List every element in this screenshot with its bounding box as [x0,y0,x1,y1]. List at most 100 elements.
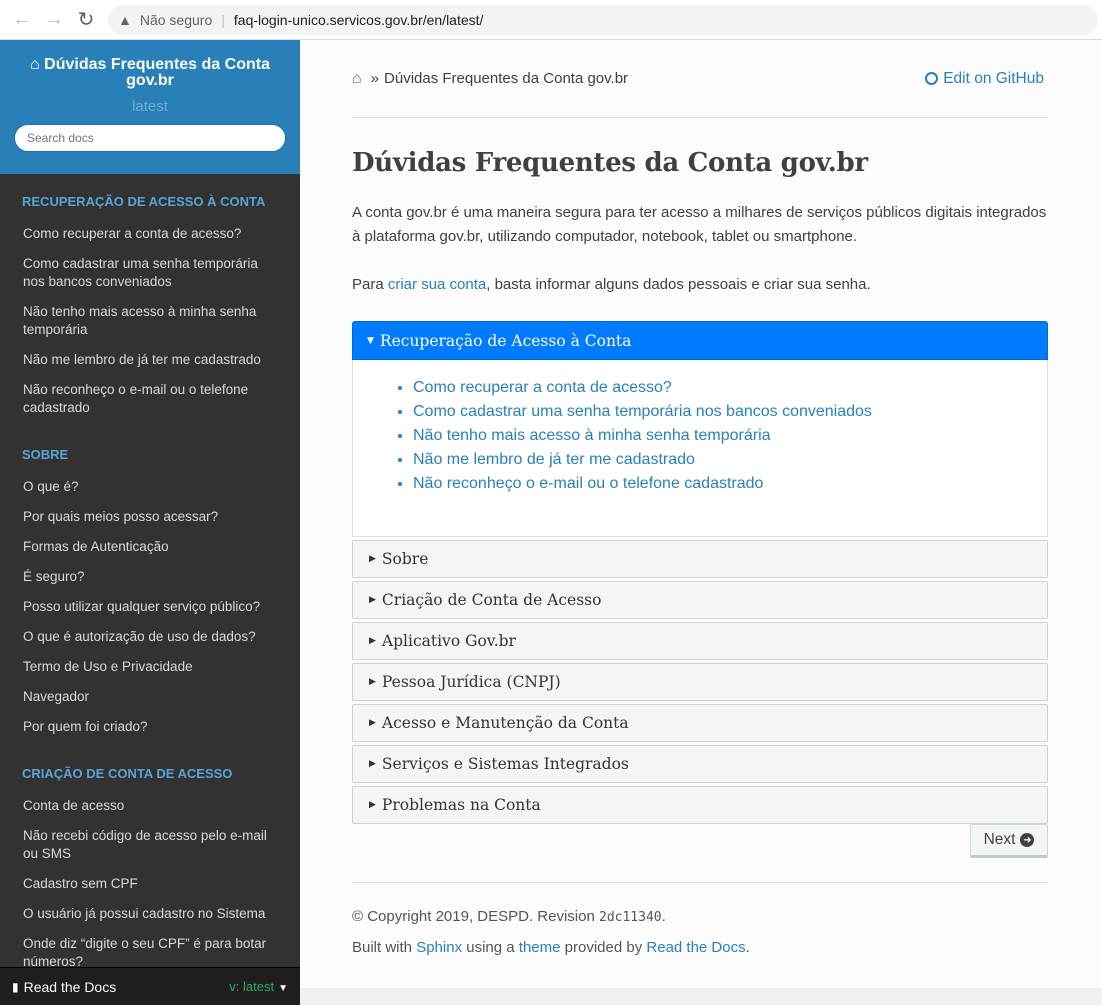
address-bar[interactable]: ▲ Não seguro | faq-login-unico.servicos.… [108,4,1098,35]
sidebar-link[interactable]: O que é autorização de uso de dados? [0,622,300,652]
accordion-section-title: Aplicativo Gov.br [381,632,516,650]
sidebar-link[interactable]: Navegador [0,682,300,712]
rtd-label: ▮ Read the Docs [12,979,116,995]
copyright: © Copyright 2019, DESPD. Revision 2dc113… [352,908,1048,925]
revision-hash: 2dc11340 [599,910,662,925]
caret-down-icon: ▼ [278,983,288,994]
version-label[interactable]: v: latest ▼ [229,979,288,994]
create-account-link[interactable]: criar sua conta [388,276,486,293]
breadcrumb-current: Dúvidas Frequentes da Conta gov.br [384,70,629,87]
sidebar-link[interactable]: Não recebi código de acesso pelo e-mail … [0,821,300,869]
search-input[interactable] [14,124,286,152]
rtd-link[interactable]: Read the Docs [646,939,745,956]
pager: Next ➜ [352,824,1048,864]
book-icon: ▮ [12,979,19,994]
warning-icon: ▲ [118,11,132,28]
content-area: ⌂ » Dúvidas Frequentes da Conta gov.br E… [300,40,1102,988]
caret-right-icon: ▶ [369,800,376,810]
sidebar-caption: CRIAÇÃO DE CONTA DE ACESSO [22,766,233,781]
next-button[interactable]: Next ➜ [970,824,1048,858]
accordion-recuperacao-header[interactable]: ▼ Recuperação de Acesso à Conta [352,321,1048,360]
accordion-title: Recuperação de Acesso à Conta [379,331,632,350]
sidebar-link[interactable]: Não me lembro de já ter me cadastrado [0,345,300,375]
sidebar-link[interactable]: Por quem foi criado? [0,712,300,742]
intro2-after: , basta informar alguns dados pessoais e… [486,276,871,293]
sidebar-link[interactable]: Posso utilizar qualquer serviço público? [0,592,300,622]
document: ⌂ » Dúvidas Frequentes da Conta gov.br E… [352,40,1048,956]
caret-right-icon: ▶ [369,759,376,769]
accordion-link[interactable]: Como recuperar a conta de acesso? [413,379,672,396]
accordion-link[interactable]: Não me lembro de já ter me cadastrado [413,451,695,468]
sidebar-caption: SOBRE [22,447,69,462]
built-with-text: Built with [352,939,417,956]
accordion-section-title: Acesso e Manutenção da Conta [381,714,629,732]
reload-icon[interactable]: ↻ [70,4,102,36]
sidebar-link[interactable]: Como cadastrar uma senha temporária nos … [0,249,300,297]
sidebar-link[interactable]: Não reconheço o e-mail ou o telefone cad… [0,375,300,423]
version-label-text: v: latest [229,979,275,994]
accordion-section-title: Criação de Conta de Acesso [381,591,602,609]
sidebar-link[interactable]: Formas de Autenticação [0,532,300,562]
accordion-link[interactable]: Como cadastrar uma senha temporária nos … [413,403,872,420]
intro-paragraph: A conta gov.br é uma maneira segura para… [352,204,1047,245]
sidebar-link[interactable]: Não tenho mais acesso à minha senha temp… [0,297,300,345]
provided-by-text: provided by [560,939,647,956]
sidebar-link[interactable]: Termo de Uso e Privacidade [0,652,300,682]
sidebar-link[interactable]: Cadastro sem CPF [0,869,300,899]
home-icon: ⌂ [30,56,45,73]
accordion-link-item: Não me lembro de já ter me cadastrado [413,448,1047,472]
home-icon[interactable]: ⌂ [352,70,362,88]
accordion-link-item: Não tenho mais acesso à minha senha temp… [413,424,1047,448]
caret-down-icon: ▼ [367,335,374,346]
sidebar: ⌂ Dúvidas Frequentes da Conta gov.br lat… [0,40,300,1005]
built-with-end: . [745,939,750,956]
accordion-section-title: Serviços e Sistemas Integrados [381,755,629,773]
accordion-link-item: Como cadastrar uma senha temporária nos … [413,400,1047,424]
page-title: Dúvidas Frequentes da Conta gov.br [352,148,868,178]
sidebar-link[interactable]: É seguro? [0,562,300,592]
github-icon [925,72,939,85]
accordion-section-title: Problemas na Conta [381,796,541,814]
accordion-section-header[interactable]: ▶ Serviços e Sistemas Integrados [352,745,1048,783]
accordion-section-header[interactable]: ▶ Pessoa Jurídica (CNPJ) [352,663,1048,701]
browser-toolbar: ← → ↻ ▲ Não seguro | faq-login-unico.ser… [0,0,1102,40]
project-title[interactable]: ⌂ Dúvidas Frequentes da Conta gov.br [25,57,275,89]
copyright-text: © Copyright 2019, DESPD. Revision [352,908,599,925]
accordion-section-title: Sobre [381,550,429,568]
theme-link[interactable]: theme [519,939,561,956]
sidebar-link[interactable]: Por quais meios posso acessar? [0,502,300,532]
accordion-section-header[interactable]: ▶ Sobre [352,540,1048,578]
copyright-end: . [661,908,666,925]
address-divider: | [221,11,225,28]
accordion-link[interactable]: Não tenho mais acesso à minha senha temp… [413,427,771,444]
accordion-section-header[interactable]: ▶ Problemas na Conta [352,786,1048,824]
intro-paragraph-2: Para criar sua conta, basta informar alg… [352,273,1048,297]
next-label: Next [983,831,1016,848]
accordion-section-header[interactable]: ▶ Acesso e Manutenção da Conta [352,704,1048,742]
back-icon[interactable]: ← [6,4,38,36]
accordion-section-title: Pessoa Jurídica (CNPJ) [381,673,561,691]
breadcrumb: ⌂ » Dúvidas Frequentes da Conta gov.br E… [352,40,1048,118]
forward-icon[interactable]: → [38,4,70,36]
accordion-section-header[interactable]: ▶ Aplicativo Gov.br [352,622,1048,660]
horizontal-scrollbar[interactable] [300,988,1102,1005]
sidebar-link[interactable]: Conta de acesso [0,791,300,821]
caret-right-icon: ▶ [369,554,376,564]
rtd-version-switcher[interactable]: ▮ Read the Docs v: latest ▼ [0,967,300,1005]
insecure-label: Não seguro [139,11,213,28]
url-text: faq-login-unico.servicos.gov.br/en/lates… [233,11,484,28]
sidebar-link[interactable]: Como recuperar a conta de acesso? [0,219,300,249]
accordion-link-item: Como recuperar a conta de acesso? [413,376,1047,400]
edit-on-github-link[interactable]: Edit on GitHub [925,70,1044,88]
accordion-link[interactable]: Não reconheço o e-mail ou o telefone cad… [413,475,763,492]
sidebar-link[interactable]: O usuário já possui cadastro no Sistema [0,899,300,929]
sidebar-menu: RECUPERAÇÃO DE ACESSO À CONTA Como recupe… [0,174,300,977]
edit-on-github-text: Edit on GitHub [943,69,1044,87]
accordion-section-header[interactable]: ▶ Criação de Conta de Acesso [352,581,1048,619]
sidebar-link[interactable]: O que é? [0,472,300,502]
rtd-label-text: Read the Docs [23,978,117,995]
arrow-circle-right-icon: ➜ [1020,833,1035,847]
sphinx-link[interactable]: Sphinx [416,939,462,956]
sidebar-caption: RECUPERAÇÃO DE ACESSO À CONTA [22,194,266,209]
caret-right-icon: ▶ [369,595,376,605]
